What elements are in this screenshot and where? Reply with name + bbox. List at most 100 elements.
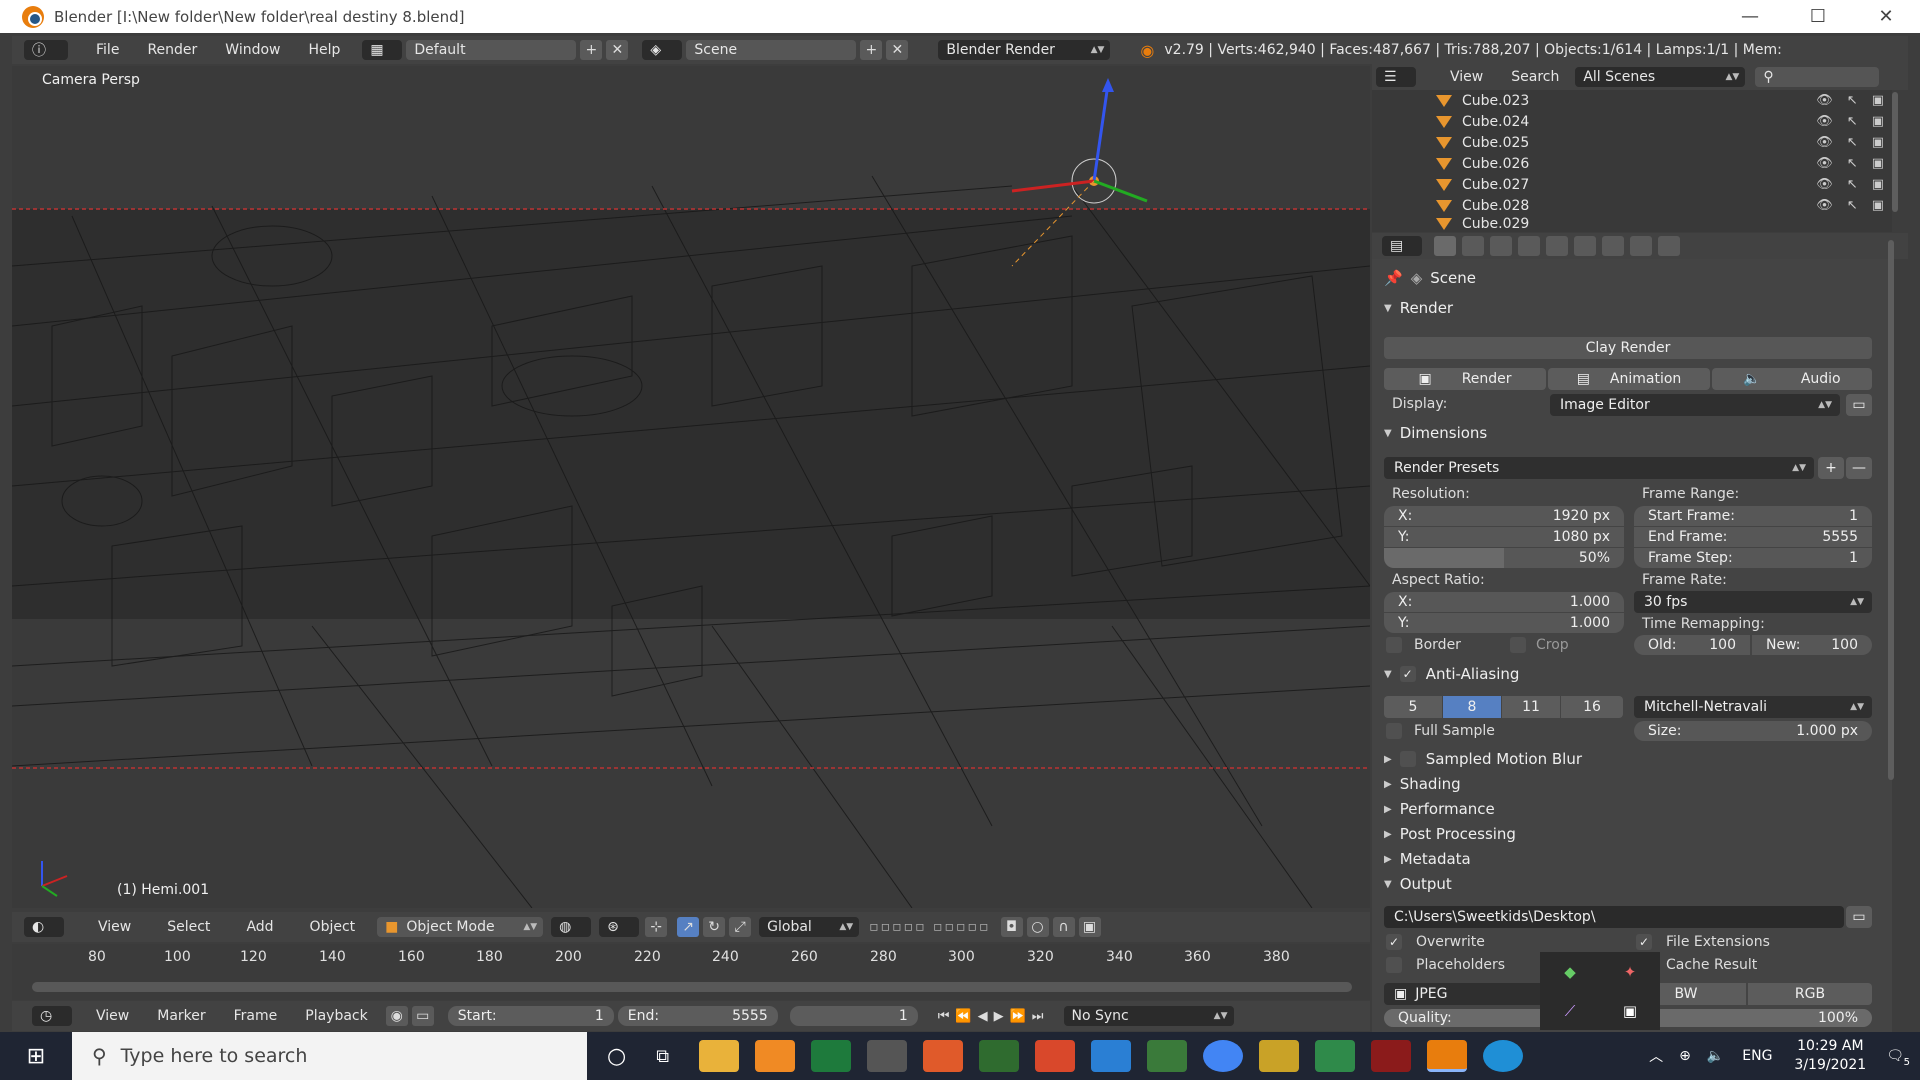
add-preset-button[interactable]: + bbox=[1818, 457, 1844, 479]
menu-view[interactable]: View bbox=[84, 919, 145, 935]
camera-icon[interactable]: ▣ bbox=[1872, 114, 1884, 129]
tab-scene[interactable] bbox=[1490, 236, 1512, 256]
placeholders-checkbox[interactable] bbox=[1386, 957, 1402, 973]
tray-app-icon[interactable]: ⟋ bbox=[1565, 1002, 1576, 1020]
media-icon[interactable] bbox=[923, 1040, 964, 1072]
add-scene-button[interactable]: + bbox=[860, 40, 883, 60]
network-icon[interactable]: ⊕ bbox=[1679, 1048, 1691, 1064]
outliner-row[interactable]: Cube.024 👁 ↖ ▣ bbox=[1372, 111, 1892, 132]
cursor-icon[interactable]: ↖ bbox=[1847, 156, 1858, 171]
menu-select[interactable]: Select bbox=[153, 919, 224, 935]
add-layout-button[interactable]: + bbox=[580, 40, 603, 60]
rotate-button[interactable]: ↻ bbox=[703, 917, 726, 937]
camera-icon[interactable]: ▣ bbox=[1872, 198, 1884, 213]
sync-select[interactable]: No Sync ▲▼ bbox=[1063, 1006, 1234, 1026]
panel-shading-header[interactable]: ▶ Shading bbox=[1384, 773, 1884, 795]
outliner-row[interactable]: Cube.023 👁 ↖ ▣ bbox=[1372, 90, 1892, 111]
chrome-icon[interactable] bbox=[1203, 1040, 1244, 1072]
menu-view[interactable]: View bbox=[1436, 69, 1497, 85]
file-explorer-icon[interactable] bbox=[699, 1040, 740, 1072]
animation-button[interactable]: ▤ Animation bbox=[1548, 368, 1710, 390]
tab-object[interactable] bbox=[1546, 236, 1568, 256]
menu-window[interactable]: Window bbox=[211, 42, 294, 58]
display-fullscreen-button[interactable]: ▭ bbox=[1846, 394, 1872, 416]
remove-scene-button[interactable]: ✕ bbox=[886, 40, 909, 60]
tab-world[interactable] bbox=[1518, 236, 1540, 256]
menu-render[interactable]: Render bbox=[133, 42, 211, 58]
render-button[interactable]: ▣ Render bbox=[1384, 368, 1546, 390]
end-frame-field[interactable]: End: 5555 bbox=[617, 1006, 778, 1026]
outliner-row[interactable]: Cube.025 👁 ↖ ▣ bbox=[1372, 132, 1892, 153]
file-extensions-checkbox[interactable]: ✓ bbox=[1636, 934, 1652, 950]
timeline-scrollbar[interactable] bbox=[32, 982, 1352, 992]
volume-icon[interactable]: 🔈 bbox=[1707, 1048, 1724, 1064]
frame-rate-select[interactable]: 30 fps ▲▼ bbox=[1634, 591, 1872, 613]
lock-button[interactable]: ▭ bbox=[411, 1006, 434, 1026]
panel-dimensions-header[interactable]: ▼ Dimensions bbox=[1384, 422, 1884, 444]
browse-folder-button[interactable]: ▭ bbox=[1846, 906, 1872, 928]
file-format-select[interactable]: ▣ JPEG bbox=[1384, 983, 1544, 1005]
notifications-icon[interactable]: 🗨 5 bbox=[1886, 1048, 1910, 1068]
orientation-select[interactable]: Global ▲▼ bbox=[759, 917, 860, 937]
panel-post-processing-header[interactable]: ▶ Post Processing bbox=[1384, 823, 1884, 845]
start-frame-field[interactable]: Start Frame: 1 bbox=[1634, 506, 1872, 526]
menu-help[interactable]: Help bbox=[294, 42, 354, 58]
outliner-row[interactable]: Cube.029 bbox=[1372, 216, 1892, 232]
playback-controls[interactable]: ⏮⏪◀▶⏩⏭ bbox=[938, 1009, 1050, 1024]
keying-set-button[interactable]: ◉ bbox=[385, 1006, 408, 1026]
app-icon[interactable] bbox=[979, 1040, 1020, 1072]
crop-checkbox[interactable] bbox=[1510, 637, 1526, 653]
cortana-icon[interactable]: ○ bbox=[607, 1044, 626, 1069]
layout-type-button[interactable]: ▦ bbox=[362, 40, 403, 60]
illustrator-icon[interactable] bbox=[1371, 1040, 1412, 1072]
tab-render-layers[interactable] bbox=[1462, 236, 1484, 256]
cursor-icon[interactable]: ↖ bbox=[1847, 198, 1858, 213]
mode-select[interactable]: ■ Object Mode ▲▼ bbox=[377, 917, 544, 937]
scene-field[interactable]: Scene bbox=[686, 40, 857, 60]
chevron-up-icon[interactable]: ︿ bbox=[1649, 1046, 1663, 1066]
output-path-input[interactable]: C:\Users\Sweetkids\Desktop\ bbox=[1384, 906, 1844, 928]
translate-button[interactable]: ↗ bbox=[677, 917, 700, 937]
camera-icon[interactable]: ▣ bbox=[1872, 156, 1884, 171]
filter-size-field[interactable]: Size: 1.000 px bbox=[1634, 721, 1872, 741]
time-remap-new-field[interactable]: New: 100 bbox=[1752, 635, 1872, 655]
start-frame-field[interactable]: Start: 1 bbox=[447, 1006, 614, 1026]
editor-type-properties-button[interactable]: ▤ bbox=[1382, 236, 1422, 256]
pivot-select[interactable]: ⊛ bbox=[599, 917, 640, 937]
outliner-row[interactable]: Cube.027 👁 ↖ ▣ bbox=[1372, 174, 1892, 195]
layers-grid[interactable]: ▫▫▫▫▫ ▫▫▫▫▫ bbox=[869, 919, 990, 935]
properties-editor[interactable]: 📌 ◈ Scene ▼ Render Clay Render ▣ Render ▤ Ani… bbox=[1372, 233, 1892, 1033]
camera-icon[interactable]: ▣ bbox=[1872, 135, 1884, 150]
tray-app-icon[interactable]: ◆ bbox=[1564, 963, 1576, 981]
tab-physics[interactable] bbox=[1658, 236, 1680, 256]
tab-texture[interactable] bbox=[1630, 236, 1652, 256]
minimize-button[interactable]: — bbox=[1716, 0, 1784, 33]
eye-icon[interactable]: 👁 bbox=[1816, 135, 1833, 150]
editor-type-3d-button[interactable]: ◐ bbox=[24, 917, 64, 937]
app-icon[interactable] bbox=[1315, 1040, 1356, 1072]
eye-icon[interactable]: 👁 bbox=[1816, 114, 1833, 129]
panel-motion-blur-header[interactable]: ▶ Sampled Motion Blur bbox=[1384, 748, 1884, 770]
task-view-icon[interactable]: ⧉ bbox=[656, 1046, 669, 1067]
menu-marker[interactable]: Marker bbox=[143, 1008, 219, 1024]
aa-filter-select[interactable]: Mitchell-Netravali ▲▼ bbox=[1634, 696, 1872, 718]
menu-view[interactable]: View bbox=[82, 1008, 143, 1024]
language-indicator[interactable]: ENG bbox=[1742, 1048, 1772, 1064]
timeline[interactable]: 80 100 120 140 160 180 200 220 240 260 2… bbox=[12, 944, 1370, 1000]
cursor-icon[interactable]: ↖ bbox=[1847, 135, 1858, 150]
app-icon[interactable] bbox=[755, 1040, 796, 1072]
menu-search[interactable]: Search bbox=[1497, 69, 1573, 85]
app-icon[interactable] bbox=[867, 1040, 908, 1072]
frame-step-field[interactable]: Frame Step: 1 bbox=[1634, 548, 1872, 568]
current-frame-field[interactable]: 1 bbox=[789, 1006, 918, 1026]
aa-samples-8[interactable]: 8 bbox=[1443, 696, 1501, 718]
full-sample-checkbox[interactable] bbox=[1386, 723, 1402, 739]
panel-performance-header[interactable]: ▶ Performance bbox=[1384, 798, 1884, 820]
clock[interactable]: 10:29 AM 3/19/2021 bbox=[1794, 1037, 1866, 1075]
motion-blur-checkbox[interactable] bbox=[1399, 751, 1416, 767]
outliner-row[interactable]: Cube.026 👁 ↖ ▣ bbox=[1372, 153, 1892, 174]
color-rgb-button[interactable]: RGB bbox=[1748, 983, 1872, 1005]
outliner-search-input[interactable]: ⚲ bbox=[1755, 67, 1880, 87]
app-icon[interactable] bbox=[1035, 1040, 1076, 1072]
panel-metadata-header[interactable]: ▶ Metadata bbox=[1384, 848, 1884, 870]
